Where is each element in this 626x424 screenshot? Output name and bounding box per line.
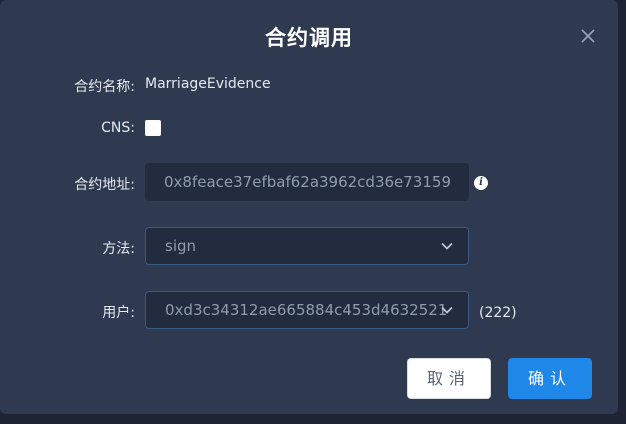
method-label: 方法: [102, 241, 135, 257]
user-label: 用户: [102, 305, 135, 321]
cns-checkbox[interactable] [145, 120, 161, 136]
method-select-value: sign [165, 237, 197, 255]
contract-call-dialog: 合约调用 合约名称: MarriageEvidence CNS: 合约地址: 0… [0, 0, 618, 414]
user-select[interactable]: 0xd3c34312ae665884c453d4632521 [145, 291, 469, 329]
cns-label: CNS: [101, 120, 135, 136]
close-icon [581, 29, 595, 43]
user-count-suffix: (222) [479, 305, 517, 321]
close-button[interactable] [578, 26, 598, 46]
chevron-down-icon [441, 242, 453, 250]
contract-name-label: 合约名称: [74, 79, 135, 95]
method-select[interactable]: sign [145, 227, 469, 265]
chevron-down-icon [441, 306, 453, 314]
contract-address-field[interactable]: 0x8feace37efbaf62a3962cd36e73159 [145, 163, 469, 201]
cancel-button[interactable]: 取消 [407, 358, 491, 399]
confirm-button[interactable]: 确认 [508, 358, 592, 399]
dialog-title: 合约调用 [265, 26, 353, 50]
user-select-value: 0xd3c34312ae665884c453d4632521 [165, 301, 448, 319]
contract-address-label: 合约地址: [74, 177, 135, 193]
contract-name-value: MarriageEvidence [145, 76, 271, 92]
info-icon[interactable]: i [474, 176, 488, 190]
